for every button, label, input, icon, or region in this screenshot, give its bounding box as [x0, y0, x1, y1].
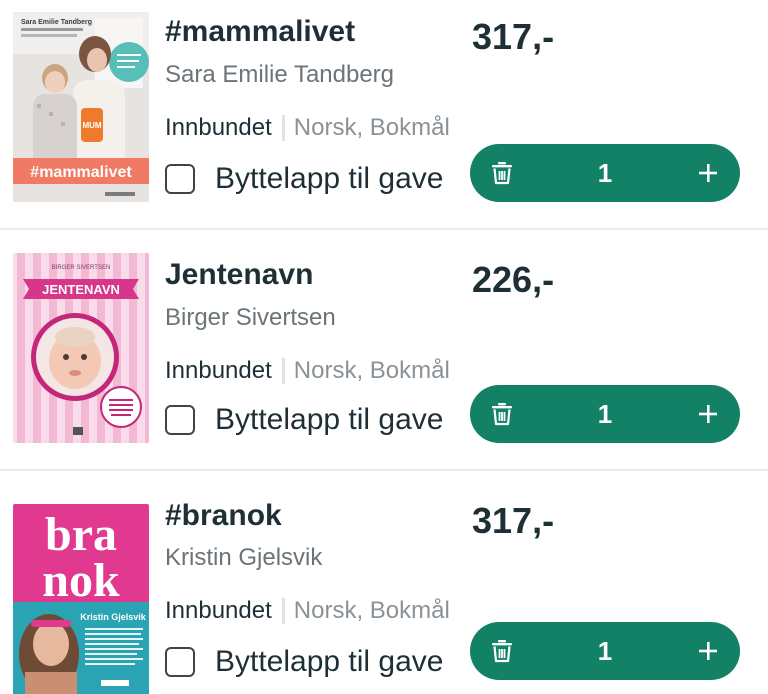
format-separator	[281, 115, 285, 141]
item-divider	[0, 469, 768, 471]
binding-label: Innbundet	[165, 597, 272, 624]
book-cover-branok-icon: bra nok Kristin Gjelsvik	[13, 504, 149, 694]
quantity-value: 1	[597, 158, 613, 188]
book-title[interactable]: #mammalivet	[165, 15, 355, 49]
plus-icon	[699, 405, 717, 423]
book-title[interactable]: #branok	[165, 499, 282, 533]
increase-quantity-button[interactable]	[692, 398, 724, 430]
item-price: 226,-	[472, 259, 555, 300]
cover-author: BIRGER SIVERTSEN	[52, 265, 111, 271]
quantity-value: 1	[597, 636, 613, 666]
format-separator	[281, 358, 285, 384]
format-info: Innbundet Norsk, Bokmål	[165, 597, 450, 625]
gift-receipt-checkbox[interactable]	[165, 164, 195, 194]
gift-receipt-checkbox[interactable]	[165, 647, 195, 677]
cover-title: JENTENAVN	[42, 282, 120, 297]
remove-item-button[interactable]	[486, 398, 518, 430]
item-price: 317,-	[472, 16, 555, 57]
gift-receipt-option[interactable]: Byttelapp til gave	[165, 162, 443, 196]
increase-quantity-button[interactable]	[692, 635, 724, 667]
cover-title: #mammalivet	[30, 164, 132, 181]
gift-receipt-option[interactable]: Byttelapp til gave	[165, 403, 443, 437]
cart-list: Sara Emilie Tandberg MUM #mammalivet #ma…	[0, 0, 768, 694]
book-author[interactable]: Sara Emilie Tandberg	[165, 61, 394, 89]
cover-line-2: nok	[42, 554, 120, 607]
gift-receipt-option[interactable]: Byttelapp til gave	[165, 645, 443, 679]
book-author[interactable]: Kristin Gjelsvik	[165, 544, 322, 572]
trash-icon	[492, 162, 512, 185]
remove-item-button[interactable]	[486, 635, 518, 667]
book-cover-image[interactable]: Sara Emilie Tandberg MUM #mammalivet	[13, 12, 149, 202]
gift-receipt-checkbox[interactable]	[165, 405, 195, 435]
book-cover-image[interactable]: BIRGER SIVERTSEN JENTENAVN	[13, 253, 149, 443]
book-cover-jentenavn-icon: BIRGER SIVERTSEN JENTENAVN	[13, 253, 149, 443]
language-label: Norsk, Bokmål	[293, 357, 450, 384]
format-info: Innbundet Norsk, Bokmål	[165, 357, 450, 385]
cover-author: Sara Emilie Tandberg	[21, 19, 92, 26]
book-title[interactable]: Jentenavn	[165, 258, 313, 292]
quantity-stepper: 1	[470, 385, 740, 443]
plus-icon	[699, 164, 717, 182]
cover-author: Kristin Gjelsvik	[80, 612, 147, 622]
book-cover-mammalivet-icon: Sara Emilie Tandberg MUM #mammalivet	[13, 12, 149, 202]
gift-receipt-label[interactable]: Byttelapp til gave	[215, 162, 443, 196]
quantity-value: 1	[597, 399, 613, 429]
item-price: 317,-	[472, 500, 555, 541]
language-label: Norsk, Bokmål	[293, 114, 450, 141]
quantity-stepper: 1	[470, 622, 740, 680]
format-separator	[281, 598, 285, 624]
book-cover-image[interactable]: bra nok Kristin Gjelsvik	[13, 504, 149, 694]
quantity-stepper: 1	[470, 144, 740, 202]
cart-item: bra nok Kristin Gjelsvik #branok Kristin…	[0, 482, 768, 694]
remove-item-button[interactable]	[486, 157, 518, 189]
format-info: Innbundet Norsk, Bokmål	[165, 114, 450, 142]
cart-item: Sara Emilie Tandberg MUM #mammalivet #ma…	[0, 0, 768, 240]
svg-text:MUM: MUM	[82, 121, 101, 130]
increase-quantity-button[interactable]	[692, 157, 724, 189]
book-author[interactable]: Birger Sivertsen	[165, 304, 336, 332]
gift-receipt-label[interactable]: Byttelapp til gave	[215, 645, 443, 679]
binding-label: Innbundet	[165, 357, 272, 384]
plus-icon	[699, 642, 717, 660]
binding-label: Innbundet	[165, 114, 272, 141]
item-divider	[0, 228, 768, 230]
gift-receipt-label[interactable]: Byttelapp til gave	[215, 403, 443, 437]
cart-item: BIRGER SIVERTSEN JENTENAVN Jentenavn Bir…	[0, 241, 768, 481]
trash-icon	[492, 640, 512, 663]
language-label: Norsk, Bokmål	[293, 597, 450, 624]
trash-icon	[492, 403, 512, 426]
